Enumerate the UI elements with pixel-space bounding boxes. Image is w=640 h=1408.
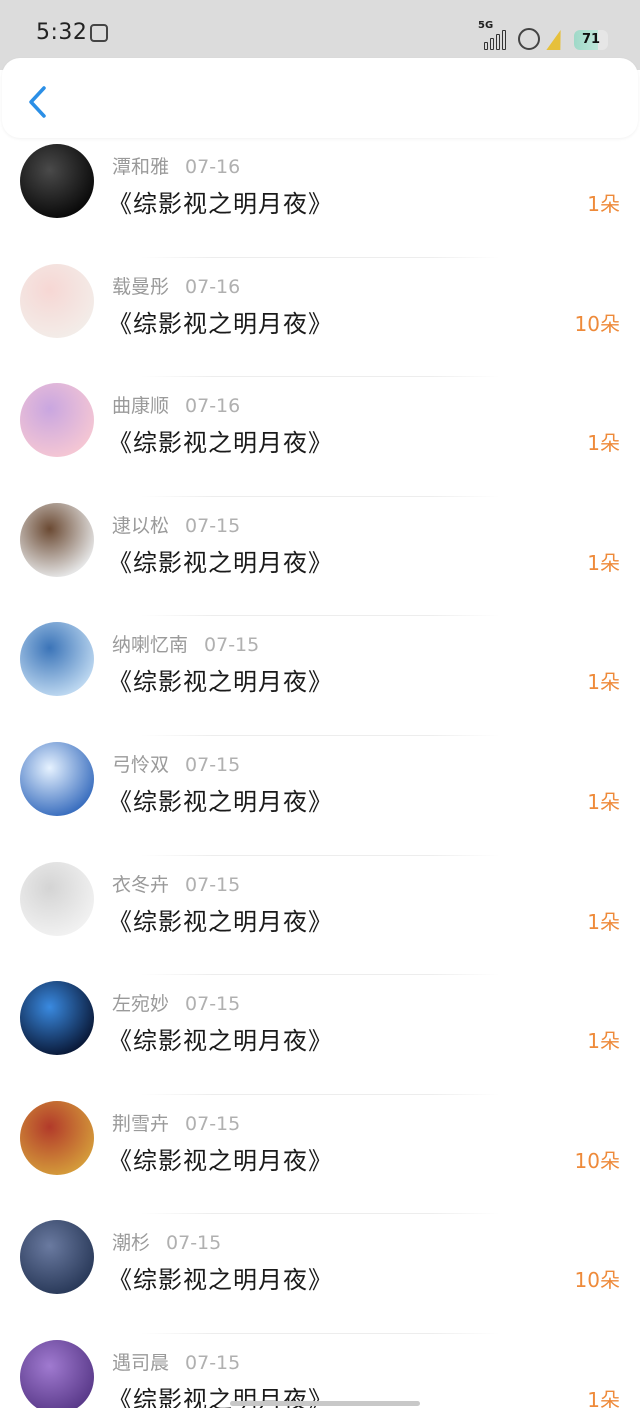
list-item[interactable]: 弓怜双 07-15 《综影视之明月夜》 1朵 [0,736,640,856]
item-meta: 载曼彤 07-16 [112,272,240,299]
book-title: 《综影视之明月夜》 [108,907,333,936]
user-name: 潭和雅 [112,156,170,178]
battery-level: 71 [581,32,601,47]
user-name: 衣冬卉 [112,873,170,896]
chevron-left-icon[interactable] [24,84,54,120]
list-item[interactable]: 荆雪卉 07-15 《综影视之明月夜》 10朵 [0,1095,640,1215]
screen: 5:32 5G 71 潭和雅07-16《综影视之明月夜》1朵载曼彤07 [0,0,640,1408]
status-time: 5:32 [36,20,88,45]
status-icons: 5G 71 [478,16,608,50]
gift-list: 潭和雅 07-16 《综影视之明月夜》 1朵 载曼彤 07-16 《综影视之明月夜》 10朵曲… [0,138,640,1408]
avatar[interactable] [20,1220,94,1295]
item-meta: 衣冬卉 07-15 [112,870,240,897]
user-name: 纳喇忆南 [112,634,189,657]
item-date: 07-15 [166,1232,222,1255]
bolt-icon [546,30,568,50]
book-title: 《综影视之明月夜》 [108,1027,333,1056]
book-title: 《综影视之明月夜》 [108,668,333,697]
battery-icon: 71 [574,30,608,50]
item-meta: 弓怜双 07-15 [112,750,240,777]
item-date: 07-15 [185,1351,241,1374]
list-item[interactable]: 载曼彤 07-16 《综影视之明月夜》 10朵 [0,258,640,378]
gift-amount: 10朵 [574,311,620,336]
gift-amount: 1朵 [587,431,620,456]
item-date: 07-15 [185,873,241,896]
item-meta: 曲康顺 07-16 [112,391,240,418]
avatar[interactable] [20,1100,94,1175]
item-date: 07-16 [185,156,241,178]
item-date: 07-15 [185,1112,241,1135]
avatar[interactable] [20,1339,94,1408]
notification-icon [90,24,108,42]
signal-icon: 5G [478,20,508,50]
item-date: 07-16 [185,395,241,418]
item-meta: 潮杉 07-15 [112,1228,221,1255]
list-item[interactable]: 左宛妙 07-15 《综影视之明月夜》 1朵 [0,975,640,1095]
item-meta: 纳喇忆南 07-15 [112,630,259,657]
user-name: 弓怜双 [112,753,170,776]
list-item[interactable]: 逮以松 07-15 《综影视之明月夜》 1朵 [0,497,640,617]
list-item[interactable]: 遇司晨 07-15 《综影视之明月夜》 1朵 [0,1334,640,1408]
avatar[interactable] [20,502,94,577]
book-title: 《综影视之明月夜》 [108,429,333,458]
gift-amount: 10朵 [574,1148,620,1173]
book-title: 《综影视之明月夜》 [108,309,333,338]
avatar[interactable] [20,741,94,816]
user-name: 潮杉 [112,1232,151,1255]
gift-amount: 1朵 [587,789,620,814]
list-item[interactable]: 曲康顺 07-16 《综影视之明月夜》 1朵 [0,377,640,497]
item-date: 07-15 [185,993,241,1016]
item-meta: 潭和雅 07-16 [112,152,240,179]
user-name: 载曼彤 [112,275,170,298]
book-title: 《综影视之明月夜》 [108,1146,333,1175]
user-name: 荆雪卉 [112,1112,170,1135]
avatar[interactable] [20,622,94,697]
header [2,58,638,138]
item-date: 07-16 [185,275,241,298]
user-name: 左宛妙 [112,993,170,1016]
list-item[interactable]: 潮杉 07-15 《综影视之明月夜》 10朵 [0,1214,640,1334]
user-name: 逮以松 [112,514,170,537]
book-title: 《综影视之明月夜》 [108,787,333,816]
gift-amount: 10朵 [574,1268,620,1293]
item-date: 07-15 [185,753,241,776]
book-title: 《综影视之明月夜》 [108,548,333,577]
cat-icon [518,28,540,50]
list-item[interactable]: 衣冬卉 07-15 《综影视之明月夜》 1朵 [0,856,640,976]
avatar[interactable] [20,981,94,1056]
gift-amount: 1朵 [587,909,620,934]
list-item[interactable]: 纳喇忆南 07-15 《综影视之明月夜》 1朵 [0,616,640,736]
gift-amount: 1朵 [587,1029,620,1054]
gift-amount: 1朵 [587,550,620,575]
gift-amount: 1朵 [587,192,620,216]
avatar[interactable] [20,144,94,218]
home-indicator[interactable] [230,1401,420,1406]
item-meta: 左宛妙 07-15 [112,989,240,1016]
list-item[interactable]: 潭和雅 07-16 《综影视之明月夜》 1朵 [0,138,640,258]
gift-amount: 1朵 [587,1387,620,1408]
user-name: 遇司晨 [112,1351,170,1374]
item-meta: 荆雪卉 07-15 [112,1109,240,1136]
item-meta: 遇司晨 07-15 [112,1348,240,1375]
gift-amount: 1朵 [587,670,620,695]
avatar[interactable] [20,263,94,338]
item-meta: 逮以松 07-15 [112,511,240,538]
item-date: 07-15 [185,514,241,537]
book-title: 《综影视之明月夜》 [108,190,333,218]
user-name: 曲康顺 [112,395,170,418]
avatar[interactable] [20,861,94,936]
item-date: 07-15 [204,634,260,657]
book-title: 《综影视之明月夜》 [108,1266,333,1295]
avatar[interactable] [20,383,94,458]
